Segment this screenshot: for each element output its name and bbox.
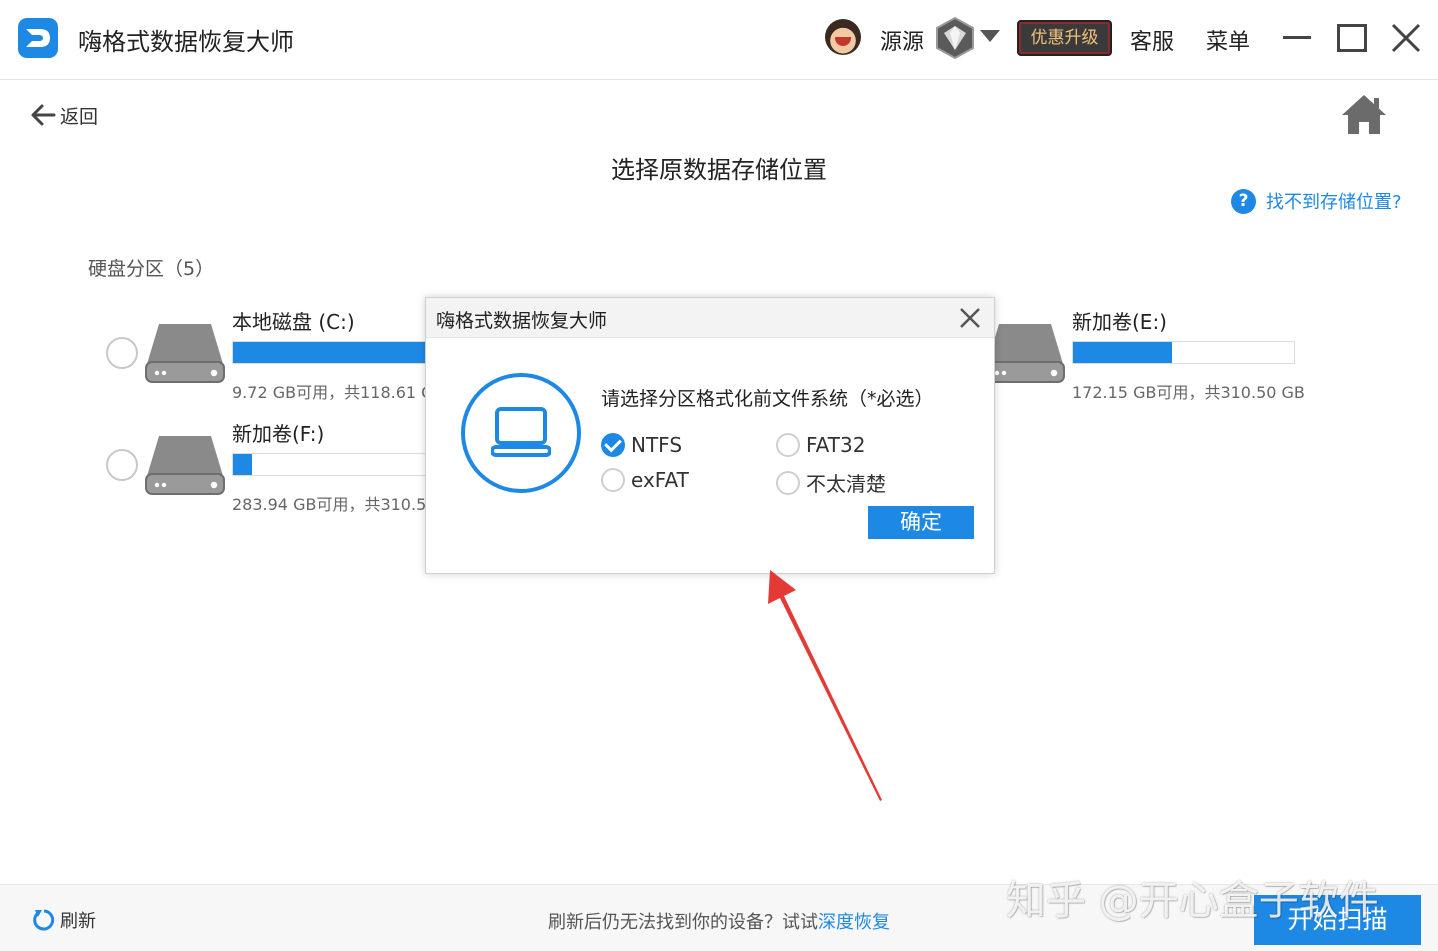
option-label: NTFS	[631, 433, 683, 457]
option-label: 不太清楚	[806, 472, 886, 496]
back-label: 返回	[60, 105, 99, 128]
disk-usage-fill	[233, 342, 436, 363]
annotation-arrow	[768, 570, 882, 801]
avatar[interactable]	[825, 19, 861, 55]
disk-usage-fill	[1073, 342, 1172, 363]
disk-usage-bar	[232, 453, 455, 476]
disk-capacity: 9.72 GB可用，共118.61 GB	[232, 383, 445, 402]
watermark: 知乎 @开心盒子软件	[1006, 878, 1379, 924]
app-title: 嗨格式数据恢复大师	[78, 28, 294, 56]
help-link-label: 找不到存储位置?	[1266, 192, 1402, 213]
hard-drive-icon	[145, 436, 225, 495]
diamond-badge-icon[interactable]	[934, 16, 976, 60]
option-ntfs[interactable]: NTFS	[601, 433, 682, 457]
option-label: exFAT	[631, 468, 689, 492]
help-link[interactable]: ? 找不到存储位置?	[1231, 188, 1402, 214]
caret-down-icon[interactable]	[980, 30, 1000, 42]
option-label: FAT32	[806, 433, 866, 457]
refresh-label: 刷新	[60, 911, 96, 932]
arrow-left-icon	[31, 104, 56, 126]
menu-button[interactable]: 菜单	[1206, 24, 1250, 56]
maximize-icon[interactable]	[1337, 24, 1367, 52]
confirm-button[interactable]: 确定	[868, 506, 974, 539]
dialog-prompt: 请选择分区格式化前文件系统（*必选）	[601, 388, 934, 410]
footer-message-text: 刷新后仍无法找到你的设备？试试	[548, 912, 818, 933]
footer-message: 刷新后仍无法找到你的设备？试试深度恢复	[548, 908, 890, 934]
disk-name: 新加卷(E:)	[1072, 310, 1167, 334]
option-radio[interactable]	[776, 470, 800, 495]
hard-drive-icon	[145, 324, 225, 383]
option-exfat[interactable]: exFAT	[601, 468, 689, 492]
option-unknown[interactable]: 不太清楚	[776, 468, 886, 497]
home-icon[interactable]	[1340, 92, 1388, 136]
file-system-dialog: 嗨格式数据恢复大师 请选择分区格式化前文件系统（*必选） NTFS FAT32 …	[425, 297, 995, 574]
disk-name: 新加卷(F:)	[232, 422, 325, 446]
option-radio[interactable]	[601, 468, 625, 492]
question-icon: ?	[1231, 188, 1256, 214]
close-icon[interactable]	[958, 306, 982, 330]
disk-radio[interactable]	[106, 449, 138, 481]
option-fat32[interactable]: FAT32	[776, 433, 865, 457]
deep-recovery-link[interactable]: 深度恢复	[818, 912, 890, 933]
laptop-icon	[461, 373, 581, 493]
option-radio[interactable]	[601, 433, 625, 457]
refresh-button[interactable]: 刷新	[32, 907, 96, 933]
back-button[interactable]: 返回	[30, 102, 98, 128]
minimize-icon[interactable]	[1283, 36, 1311, 39]
dialog-header: 嗨格式数据恢复大师	[426, 298, 994, 338]
hard-drive-icon	[985, 324, 1065, 383]
support-button[interactable]: 客服	[1130, 24, 1174, 56]
partition-section-label: 硬盘分区（5）	[88, 258, 215, 280]
disk-radio[interactable]	[106, 337, 138, 369]
disk-capacity: 172.15 GB可用，共310.50 GB	[1072, 383, 1305, 402]
refresh-icon	[33, 909, 55, 931]
option-radio[interactable]	[776, 433, 800, 457]
username[interactable]: 源源	[880, 24, 924, 56]
title-bar: 嗨格式数据恢复大师 源源 优惠升级 客服 菜单	[0, 0, 1438, 80]
upgrade-button[interactable]: 优惠升级	[1017, 20, 1112, 56]
disk-usage-bar	[1072, 341, 1295, 364]
close-icon[interactable]	[1390, 22, 1422, 54]
page-title: 选择原数据存储位置	[611, 156, 827, 184]
disk-name: 本地磁盘 (C:)	[232, 310, 355, 334]
disk-usage-fill	[233, 454, 252, 475]
dialog-title: 嗨格式数据恢复大师	[436, 310, 608, 332]
disk-usage-bar	[232, 341, 455, 364]
app-logo-icon	[18, 18, 58, 58]
